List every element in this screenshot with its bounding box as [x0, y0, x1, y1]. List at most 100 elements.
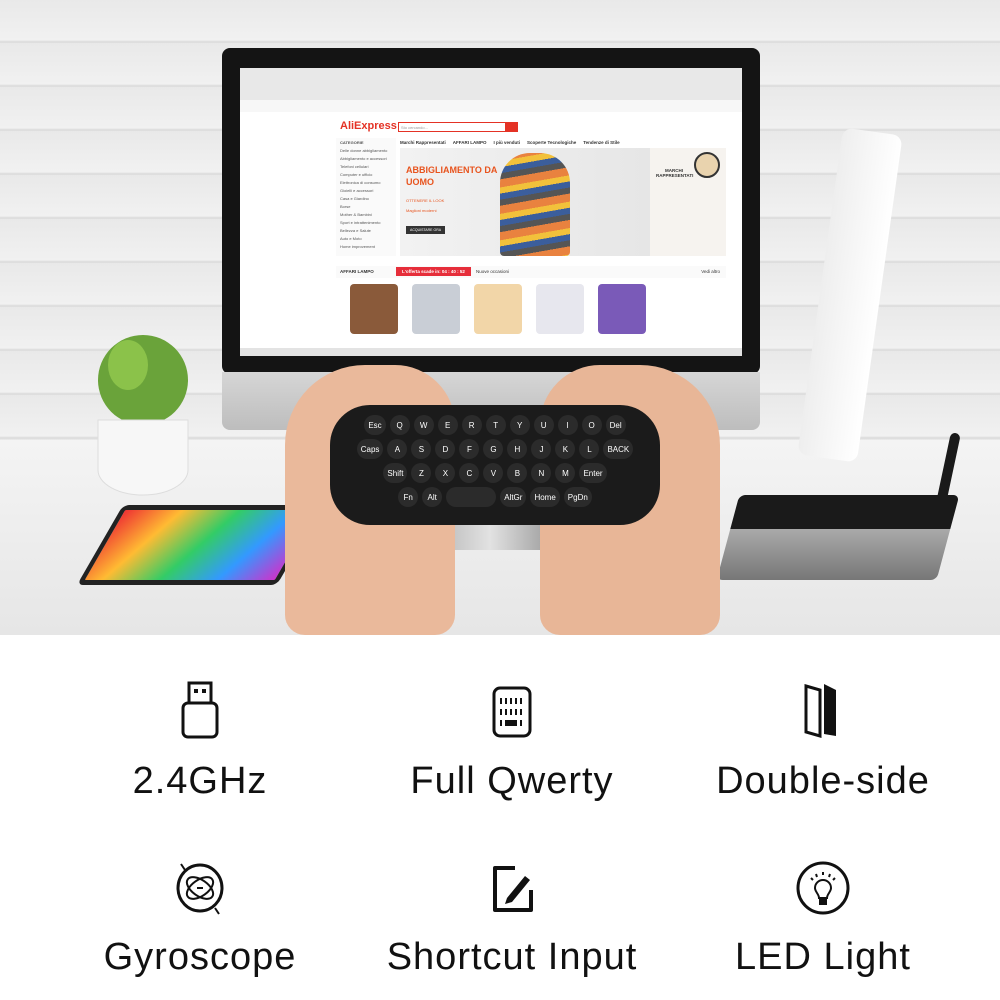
key[interactable]: T — [485, 415, 506, 435]
mini-keyboard: Esc Q W E R T Y U I O Del Caps A S D F G H J K L BACK Shift Z… — [330, 405, 660, 525]
nav-item[interactable]: Tendenze di Stile — [583, 140, 619, 145]
flash-more-link[interactable]: Vedi altro — [701, 269, 720, 274]
key[interactable]: PgDn — [563, 487, 592, 507]
search-icon[interactable] — [505, 123, 517, 132]
key[interactable]: A — [387, 439, 408, 459]
gyroscope-icon — [176, 863, 224, 915]
key-row: Fn Alt AltGr Home PgDn — [344, 487, 646, 507]
key[interactable]: Q — [389, 415, 410, 435]
feature-label: 2.4GHz — [132, 760, 268, 802]
nav-item[interactable]: Marchi Rappresentati — [400, 140, 446, 145]
key[interactable]: Alt — [422, 487, 443, 507]
banner-model-image — [500, 153, 570, 256]
product-thumb[interactable] — [598, 284, 646, 334]
key[interactable]: Enter — [579, 463, 607, 483]
banner-title: ABBIGLIAMENTO DA UOMO — [406, 165, 497, 187]
nav-item[interactable]: Scoperte Tecnologiche — [527, 140, 576, 145]
key[interactable]: W — [413, 415, 434, 435]
nav-item[interactable]: I più venduti — [494, 140, 521, 145]
banner-link[interactable]: Maglioni moderni — [406, 208, 436, 213]
category-item[interactable]: Borse — [336, 202, 396, 210]
key[interactable]: B — [507, 463, 528, 483]
monitor-screen: AliExpress Sto cercando... Marchi Rappre… — [240, 68, 742, 356]
key[interactable]: V — [483, 463, 504, 483]
category-item[interactable]: Telefoni cellulari — [336, 162, 396, 170]
key[interactable]: Z — [411, 463, 432, 483]
usb-dongle-icon — [181, 681, 219, 739]
key[interactable]: C — [459, 463, 480, 483]
key[interactable]: Fn — [398, 487, 419, 507]
category-item[interactable]: Home improvement — [336, 242, 396, 250]
key[interactable]: S — [411, 439, 432, 459]
category-item[interactable]: Gioielli e accessori — [336, 186, 396, 194]
product-thumb[interactable] — [474, 284, 522, 334]
category-list: CATEGORIE Delle donne abbigliamento Abbi… — [336, 138, 396, 256]
potted-plant — [97, 335, 189, 496]
key[interactable]: L — [579, 439, 600, 459]
brands-title: MARCHI RAPPRESENTATI — [656, 168, 694, 178]
feature-full-qwerty: Full Qwerty — [352, 680, 672, 803]
banner-cta-button[interactable]: ACQUISTARE ORA — [406, 226, 446, 234]
hero-banner[interactable]: ABBIGLIAMENTO DA UOMO OTTENERE IL LOOK M… — [400, 148, 650, 256]
key[interactable]: O — [581, 415, 602, 435]
feature-label: Shortcut Input — [386, 936, 638, 978]
key[interactable]: I — [557, 415, 578, 435]
category-item[interactable]: Abbigliamento e accessori — [336, 154, 396, 162]
browser-chrome — [240, 68, 742, 100]
key[interactable]: G — [483, 439, 504, 459]
aliexpress-logo: AliExpress — [340, 120, 397, 132]
category-item[interactable]: Auto e Moto — [336, 234, 396, 242]
product-thumb[interactable] — [412, 284, 460, 334]
category-item[interactable]: Computer e ufficio — [336, 170, 396, 178]
keyboard-icon — [492, 686, 532, 738]
key[interactable]: U — [533, 415, 554, 435]
edit-icon — [493, 866, 533, 912]
key[interactable]: X — [435, 463, 456, 483]
brands-panel[interactable]: MARCHI RAPPRESENTATI — [650, 148, 726, 256]
bulb-icon — [796, 861, 850, 915]
key[interactable]: Y — [509, 415, 530, 435]
feature-label: Gyroscope — [103, 936, 297, 978]
category-item[interactable]: Elettronica di consumo — [336, 178, 396, 186]
feature-double-side: Double-side — [663, 680, 983, 803]
key[interactable]: N — [531, 463, 552, 483]
key[interactable]: Shift — [383, 463, 408, 483]
key[interactable]: R — [461, 415, 482, 435]
search-input[interactable]: Sto cercando... — [398, 122, 518, 132]
feature-led-light: LED Light — [663, 860, 983, 979]
category-item[interactable]: Casa e Giardino — [336, 194, 396, 202]
key[interactable]: D — [435, 439, 456, 459]
browser-top-strip — [240, 100, 742, 112]
countdown: L'offerta scade in: 04 : 40 : 52 — [396, 267, 471, 276]
category-item[interactable]: Delle donne abbigliamento — [336, 146, 396, 154]
key[interactable]: BACK — [603, 439, 634, 459]
categories-title: CATEGORIE — [340, 139, 364, 145]
product-thumb[interactable] — [536, 284, 584, 334]
feature-label: Double-side — [716, 760, 930, 802]
key[interactable]: Esc — [364, 415, 386, 435]
product-thumb[interactable] — [350, 284, 398, 334]
space-key[interactable] — [446, 487, 497, 507]
banner-link[interactable]: OTTENERE IL LOOK — [406, 198, 444, 203]
key[interactable]: F — [459, 439, 480, 459]
product-row — [350, 284, 646, 334]
category-item[interactable]: Sport e intrattenimento — [336, 218, 396, 226]
feature-shortcut-input: Shortcut Input — [352, 860, 672, 979]
key-row: Caps A S D F G H J K L BACK — [344, 439, 646, 459]
category-item[interactable]: Mother & Bambini — [336, 210, 396, 218]
key[interactable]: H — [507, 439, 528, 459]
key[interactable]: K — [555, 439, 576, 459]
key[interactable]: Home — [530, 487, 560, 507]
category-item[interactable]: Bellezza e Salute — [336, 226, 396, 234]
key[interactable]: Del — [605, 415, 626, 435]
feature-2-4ghz: 2.4GHz — [40, 680, 360, 803]
desk-lamp — [797, 127, 903, 463]
feature-gyroscope: Gyroscope — [40, 860, 360, 979]
key[interactable]: AltGr — [500, 487, 527, 507]
key[interactable]: M — [555, 463, 576, 483]
key[interactable]: Caps — [356, 439, 384, 459]
key[interactable]: E — [437, 415, 458, 435]
key[interactable]: J — [531, 439, 552, 459]
nav-item[interactable]: AFFARI LAMPO — [453, 140, 487, 145]
double-side-icon — [804, 684, 836, 738]
